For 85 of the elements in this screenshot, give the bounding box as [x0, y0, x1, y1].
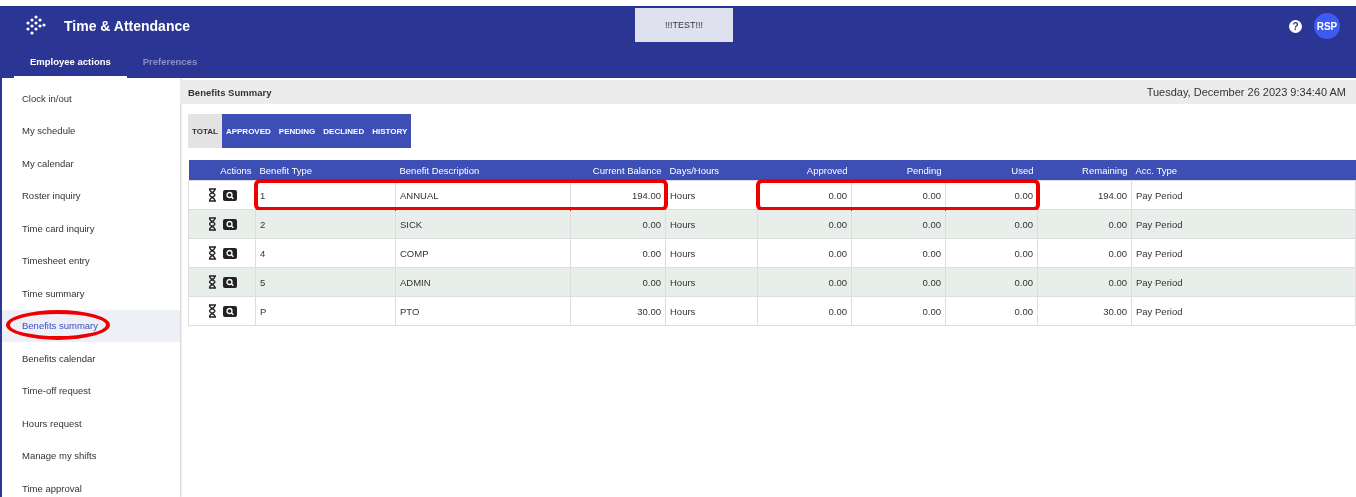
column-header: Acc. Type — [1131, 160, 1356, 181]
table-cell: 0.00 — [757, 296, 852, 326]
table-cell: 0.00 — [851, 209, 946, 239]
table-cell: Hours — [665, 209, 758, 239]
sidebar-item[interactable]: Manage my shifts — [2, 439, 180, 472]
table-cell: 0.00 — [1037, 267, 1132, 297]
logo-icon — [24, 15, 46, 37]
column-header: Pending — [851, 160, 946, 181]
table-cell: 0.00 — [851, 238, 946, 268]
environment-badge: !!!TEST!!! — [635, 8, 733, 42]
table-cell: 0.00 — [757, 209, 852, 239]
search-icon[interactable] — [222, 247, 237, 259]
table-cell: 30.00 — [1037, 296, 1132, 326]
view-tab[interactable]: APPROVED — [221, 114, 275, 148]
view-tab[interactable]: DECLINED — [319, 114, 369, 148]
search-icon[interactable] — [222, 218, 237, 230]
table-cell: P — [255, 296, 396, 326]
table-cell: 0.00 — [1037, 209, 1132, 239]
table-cell: 2 — [255, 209, 396, 239]
table-cell: Hours — [665, 267, 758, 297]
table-cell: Pay Period — [1131, 267, 1356, 297]
sidebar-item[interactable]: Timesheet entry — [2, 244, 180, 277]
hourglass-icon[interactable] — [207, 246, 217, 260]
table-cell: 0.00 — [570, 267, 666, 297]
date-time: Tuesday, December 26 2023 9:34:40 AM — [1146, 86, 1346, 98]
table-cell: 0.00 — [945, 267, 1038, 297]
table-cell: PTO — [395, 296, 571, 326]
view-tab[interactable]: TOTAL — [188, 114, 222, 148]
table-cell: Hours — [665, 238, 758, 268]
table-cell: 0.00 — [945, 209, 1038, 239]
table-cell: 30.00 — [570, 296, 666, 326]
table-cell: 5 — [255, 267, 396, 297]
column-header: Used — [945, 160, 1038, 181]
table-cell: 194.00 — [1037, 180, 1132, 210]
hourglass-icon[interactable] — [207, 304, 217, 318]
table-cell: Hours — [665, 180, 758, 210]
column-header: Days/Hours — [665, 160, 758, 181]
column-header: Current Balance — [570, 160, 666, 181]
table-cell: 0.00 — [851, 267, 946, 297]
sidebar-item[interactable]: Time summary — [2, 277, 180, 310]
search-icon[interactable] — [222, 276, 237, 288]
table-cell: Pay Period — [1131, 209, 1356, 239]
column-header: Actions — [188, 160, 256, 181]
sidebar-item[interactable]: My schedule — [2, 114, 180, 147]
sidebar-item[interactable]: Hours request — [2, 407, 180, 440]
column-header: Approved — [757, 160, 852, 181]
sidebar-item[interactable]: Time approval — [2, 472, 180, 497]
table-cell: 0.00 — [851, 296, 946, 326]
table-cell: Pay Period — [1131, 180, 1356, 210]
table-cell: 0.00 — [945, 296, 1038, 326]
app-title: Time & Attendance — [64, 18, 191, 34]
hourglass-icon[interactable] — [207, 275, 217, 289]
table-cell: 4 — [255, 238, 396, 268]
table-cell: SICK — [395, 209, 571, 239]
sidebar-item[interactable]: Time-off request — [2, 374, 180, 407]
search-icon[interactable] — [222, 305, 237, 317]
sidebar-item[interactable]: My calendar — [2, 147, 180, 180]
table-cell: Pay Period — [1131, 238, 1356, 268]
nav-tab[interactable]: Employee actions — [14, 46, 127, 78]
table-cell: Hours — [665, 296, 758, 326]
table-cell: 0.00 — [757, 267, 852, 297]
column-header: Remaining — [1037, 160, 1132, 181]
column-header: Benefit Description — [395, 160, 571, 181]
table-cell: 0.00 — [757, 238, 852, 268]
table-cell: 0.00 — [570, 238, 666, 268]
search-icon[interactable] — [222, 189, 237, 201]
table-cell: 0.00 — [1037, 238, 1132, 268]
view-tab[interactable]: PENDING — [274, 114, 320, 148]
page-title: Benefits Summary — [188, 86, 272, 98]
sidebar-item[interactable]: Roster inquiry — [2, 179, 180, 212]
table-cell: ADMIN — [395, 267, 571, 297]
help-icon[interactable]: ? — [1289, 19, 1302, 33]
sidebar-item[interactable]: Time card inquiry — [2, 212, 180, 245]
table-cell: 0.00 — [570, 209, 666, 239]
sidebar-item[interactable]: Clock in/out — [2, 82, 180, 115]
sidebar-item[interactable]: Benefits summary — [2, 309, 180, 342]
table-cell: 0.00 — [945, 238, 1038, 268]
hourglass-icon[interactable] — [207, 188, 217, 202]
column-header: Benefit Type — [255, 160, 396, 181]
table-cell: COMP — [395, 238, 571, 268]
hourglass-icon[interactable] — [207, 217, 217, 231]
user-avatar[interactable]: RSP — [1314, 13, 1340, 39]
view-tab[interactable]: HISTORY — [368, 114, 412, 148]
sidebar-item[interactable]: Benefits calendar — [2, 342, 180, 375]
table-cell: Pay Period — [1131, 296, 1356, 326]
